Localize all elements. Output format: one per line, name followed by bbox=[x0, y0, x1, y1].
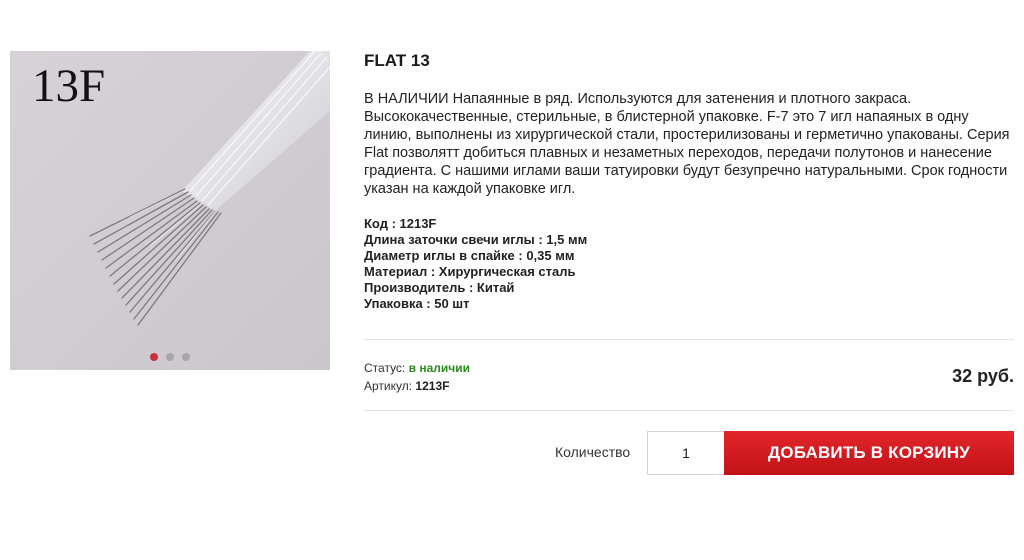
spec-sharpening-length: Длина заточки свечи иглы : 1,5 мм bbox=[364, 232, 588, 247]
add-to-cart-button[interactable]: ДОБАВИТЬ В КОРЗИНУ bbox=[724, 431, 1014, 475]
spec-material: Материал : Хирургическая сталь bbox=[364, 264, 576, 279]
article-row: Артикул: 1213F bbox=[364, 377, 470, 395]
spec-code: Код : 1213F bbox=[364, 216, 437, 231]
gallery-dot-3[interactable] bbox=[182, 353, 190, 361]
spec-package: Упаковка : 50 шт bbox=[364, 296, 470, 311]
image-label-text: 13F bbox=[32, 60, 106, 112]
product-info: FLAT 13 В НАЛИЧИИ Напаянные в ряд. Испол… bbox=[364, 50, 1014, 312]
gallery-pagination bbox=[10, 353, 330, 361]
product-specs: Код : 1213F Длина заточки свечи иглы : 1… bbox=[364, 216, 1014, 312]
status-value: в наличии bbox=[408, 361, 470, 375]
product-description: В НАЛИЧИИ Напаянные в ряд. Используются … bbox=[364, 91, 1010, 197]
article-value: 1213F bbox=[415, 379, 450, 393]
quantity-input[interactable] bbox=[647, 431, 724, 475]
gallery-dot-1[interactable] bbox=[150, 353, 158, 361]
product-title: FLAT 13 bbox=[364, 51, 430, 70]
status-block: Статус: в наличии Артикул: 1213F bbox=[364, 359, 470, 395]
article-label: Артикул: bbox=[364, 379, 413, 393]
quantity-label: Количество bbox=[555, 444, 631, 460]
product-price: 32 руб. bbox=[952, 366, 1014, 386]
spec-manufacturer: Производитель : Китай bbox=[364, 280, 515, 295]
product-image-gallery[interactable]: 13F bbox=[10, 51, 330, 370]
spec-needle-diameter: Диаметр иглы в спайке : 0,35 мм bbox=[364, 248, 575, 263]
gallery-dot-2[interactable] bbox=[166, 353, 174, 361]
status-row: Статус: в наличии bbox=[364, 359, 470, 377]
divider-bottom bbox=[364, 410, 1014, 411]
status-label: Статус: bbox=[364, 361, 406, 375]
divider-top bbox=[364, 339, 1014, 340]
